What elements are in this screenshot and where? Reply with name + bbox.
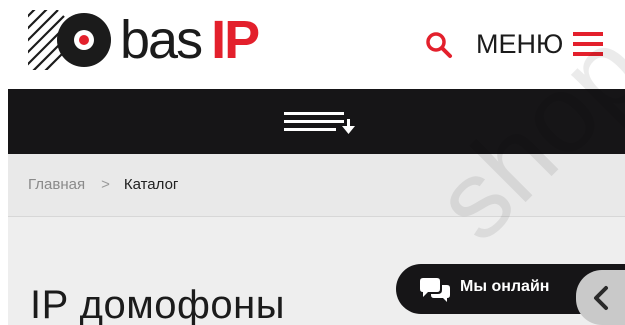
logo[interactable]: bas IP bbox=[28, 10, 260, 70]
logo-text-ip: IP bbox=[211, 10, 260, 70]
logo-text-bas: bas bbox=[120, 10, 203, 70]
breadcrumb-separator: > bbox=[101, 176, 110, 193]
breadcrumb-current: Каталог bbox=[123, 176, 179, 193]
menu-label: МЕНЮ bbox=[476, 28, 564, 59]
breadcrumb-home-link[interactable]: Главная bbox=[28, 176, 85, 193]
chevron-left-icon bbox=[594, 286, 608, 310]
search-button[interactable] bbox=[424, 30, 454, 60]
list-sort-down-icon bbox=[284, 112, 355, 134]
logo-disc-icon bbox=[28, 10, 111, 70]
page: bas IP МЕНЮ Главная > Каталог IP домофон… bbox=[0, 0, 625, 325]
catalog-nav-bar bbox=[8, 89, 625, 154]
page-title: IP домофоны bbox=[30, 283, 286, 325]
breadcrumb-band: Главная > Каталог bbox=[8, 154, 625, 217]
catalog-toggle-button[interactable] bbox=[284, 109, 362, 135]
search-icon bbox=[426, 32, 452, 58]
menu-button[interactable]: МЕНЮ bbox=[476, 26, 604, 62]
chat-label: Мы онлайн bbox=[460, 278, 550, 295]
breadcrumb: Главная > Каталог bbox=[28, 176, 178, 193]
collapse-widget-button[interactable] bbox=[576, 270, 625, 325]
site-header: bas IP МЕНЮ bbox=[0, 0, 625, 88]
chat-bubbles-icon bbox=[420, 278, 450, 302]
hamburger-icon bbox=[573, 32, 604, 56]
logo-wordmark: bas IP bbox=[120, 10, 260, 70]
